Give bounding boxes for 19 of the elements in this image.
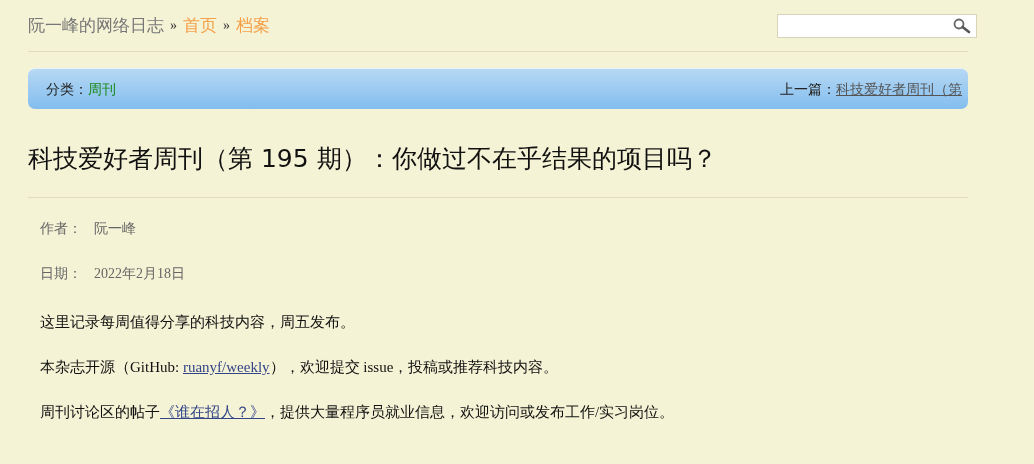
- site-title: 阮一峰的网络日志: [28, 14, 164, 37]
- previous-post-link[interactable]: 科技爱好者周刊（第: [836, 78, 962, 100]
- previous-label: 上一篇：: [780, 79, 836, 99]
- paragraph: 这里记录每周值得分享的科技内容，周五发布。: [40, 313, 356, 332]
- category-label: 分类：: [46, 79, 88, 99]
- post-title: 科技爱好者周刊（第 195 期）：你做过不在乎结果的项目吗？: [28, 142, 968, 198]
- meta-value: 阮一峰: [94, 220, 136, 238]
- text-link[interactable]: ruanyf/weekly: [182, 359, 270, 375]
- meta-value: 2022年2月18日: [94, 265, 185, 283]
- paragraph: 周刊讨论区的帖子《谁在招人？》，提供大量程序员就业信息，欢迎访问或发布工作/实习岗位。: [40, 403, 676, 422]
- category-link[interactable]: 周刊: [88, 78, 116, 100]
- breadcrumb-separator: »: [223, 17, 230, 35]
- search-icon[interactable]: [952, 17, 972, 34]
- search-field[interactable]: [777, 13, 977, 38]
- paragraph: 本杂志开源（GitHub: ruanyf/weekly），欢迎提交 issue，投稿或推荐科技内容。: [40, 358, 560, 377]
- meta-label: 日期：: [40, 265, 83, 283]
- text-link[interactable]: 《谁在招人？》: [160, 404, 265, 420]
- breadcrumb-separator: »: [170, 17, 177, 35]
- meta-label: 作者：: [40, 220, 83, 238]
